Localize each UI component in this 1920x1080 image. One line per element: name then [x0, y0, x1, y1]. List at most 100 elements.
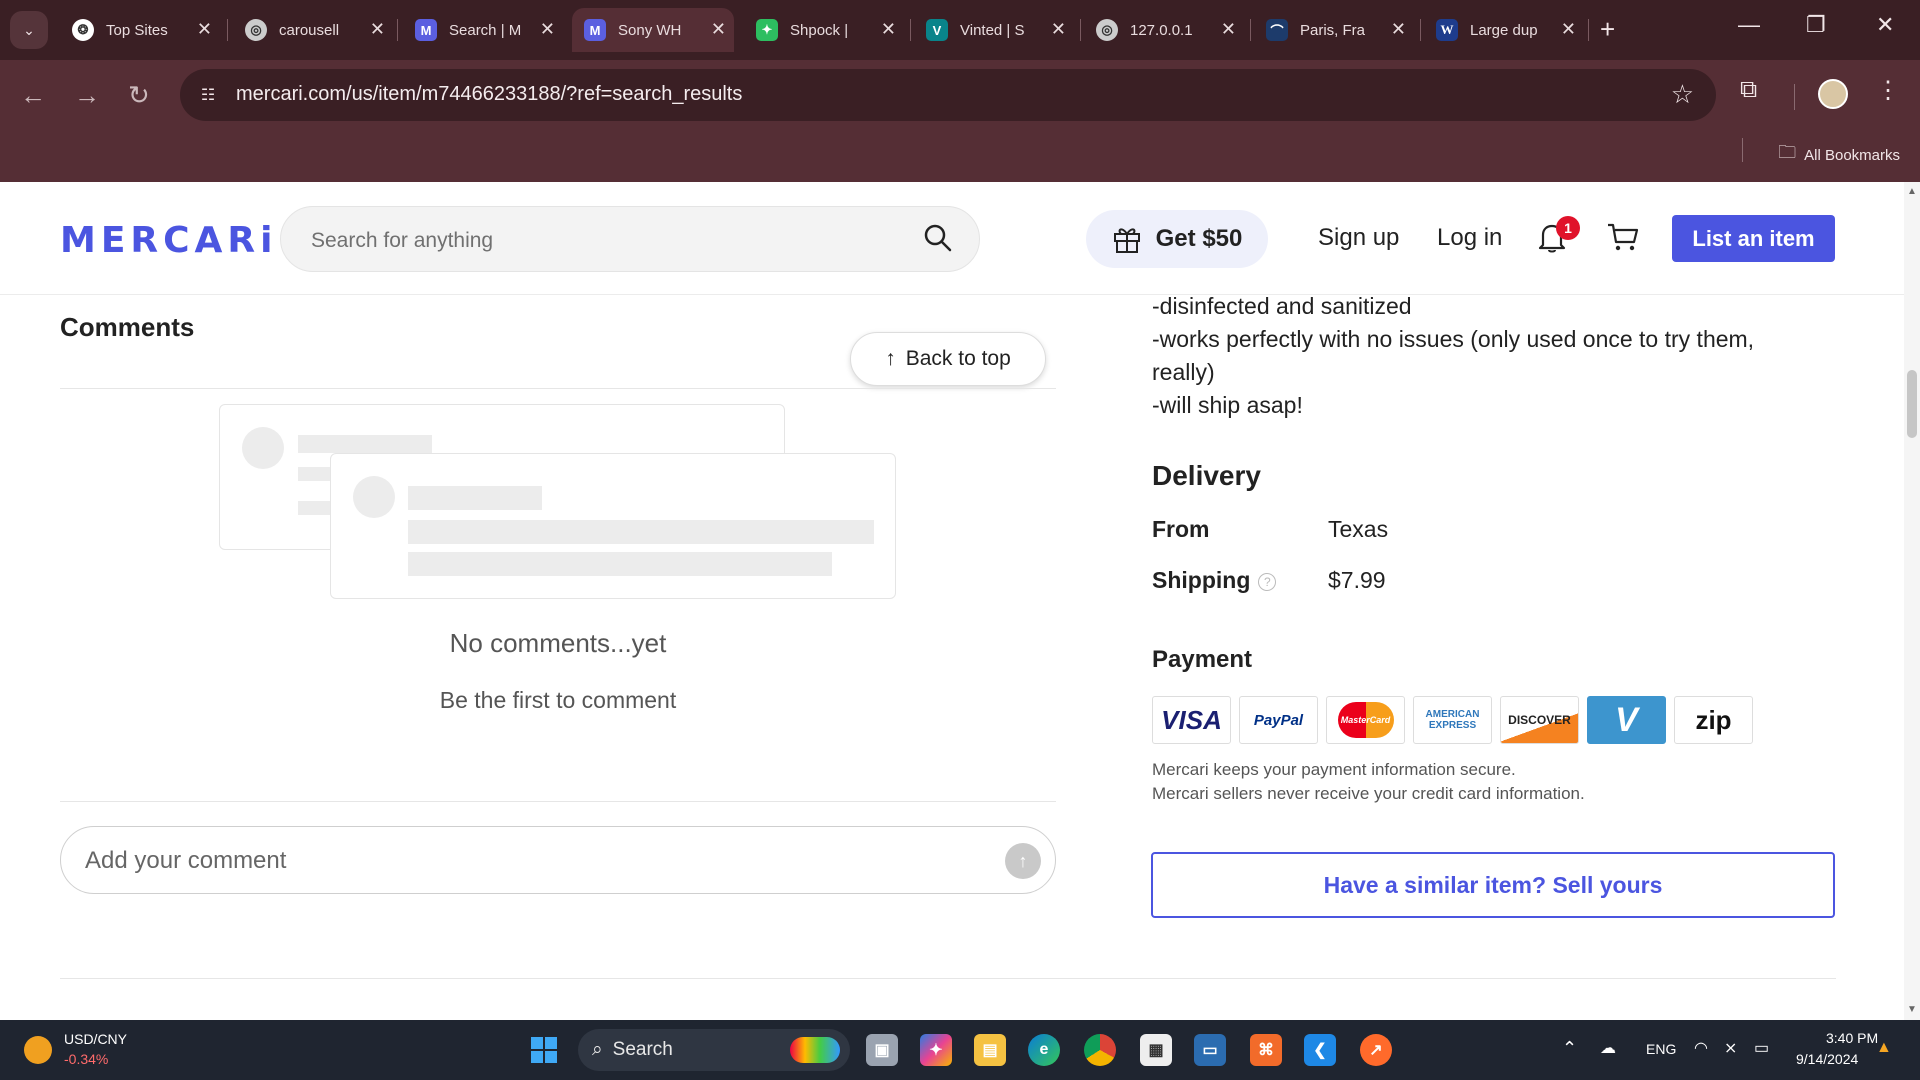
payment-security-note: Mercari keeps your payment information s… [1152, 758, 1585, 806]
tab-title: Search | M [449, 21, 522, 39]
vscode-icon[interactable]: ❮ [1304, 1034, 1336, 1066]
close-tab-icon[interactable]: ✕ [197, 19, 212, 40]
browser-tab-active[interactable]: M Sony WH ✕ [572, 8, 734, 52]
browser-tab[interactable]: ❂ Top Sites ✕ [60, 8, 220, 52]
search-input[interactable]: Search for anything [280, 206, 980, 272]
skeleton-line [298, 435, 432, 453]
minimize-icon[interactable]: — [1738, 12, 1760, 38]
browser-tab[interactable]: M Search | M ✕ [403, 8, 563, 52]
scroll-up-icon[interactable]: ▲ [1907, 186, 1917, 197]
chrome-icon[interactable] [1084, 1034, 1116, 1066]
search-icon: ⌕ [592, 1039, 603, 1060]
browser-tab[interactable]: W Large dup ✕ [1424, 8, 1584, 52]
payment-methods: VISA PayPal MasterCard AMERICAN EXPRESS … [1152, 696, 1753, 744]
battery-icon[interactable]: ▭ [1754, 1038, 1769, 1058]
help-icon[interactable]: ? [1258, 572, 1277, 591]
search-icon[interactable] [923, 223, 953, 253]
add-comment-input[interactable]: Add your comment ↑ [60, 826, 1056, 894]
taskbar-search-label: Search [612, 1039, 673, 1060]
tab-separator [910, 19, 911, 41]
log-in-link[interactable]: Log in [1437, 224, 1502, 252]
postman-icon[interactable]: ↗ [1360, 1034, 1392, 1066]
new-tab-icon[interactable]: + [1600, 14, 1615, 45]
windows-start-icon[interactable] [528, 1034, 560, 1066]
bookmarks-separator [1742, 138, 1743, 162]
close-tab-icon[interactable]: ✕ [711, 19, 726, 40]
remote-desktop-icon[interactable]: ▭ [1194, 1034, 1226, 1066]
tab-title: carousell [279, 21, 340, 39]
restore-icon[interactable]: ❐ [1806, 12, 1826, 38]
xampp-icon[interactable]: ⌘ [1250, 1034, 1282, 1066]
browser-tab[interactable]: ◎ carousell ✕ [233, 8, 393, 52]
tab-separator [1588, 19, 1589, 41]
globe-icon: ◎ [1096, 19, 1118, 41]
back-to-top-button[interactable]: ↑ Back to top [850, 332, 1046, 386]
bookmark-star-icon[interactable]: ☆ [1671, 79, 1694, 110]
clock-time[interactable]: 3:40 PM [1826, 1030, 1878, 1046]
tab-separator [1250, 19, 1251, 41]
taskbar-search[interactable]: ⌕ Search [578, 1029, 850, 1071]
profile-avatar[interactable] [1818, 79, 1848, 109]
browser-tab[interactable]: V Vinted | S ✕ [914, 8, 1074, 52]
site-settings-icon[interactable]: ☷ [194, 81, 222, 109]
search-highlight-icon [790, 1037, 840, 1063]
wifi-icon[interactable]: ◠ [1694, 1038, 1708, 1058]
first-comment-text: Be the first to comment [439, 687, 677, 713]
close-tab-icon[interactable]: ✕ [1391, 19, 1406, 40]
browser-tab[interactable]: ⌒ Paris, Fra ✕ [1254, 8, 1414, 52]
venmo-card-icon: V [1587, 696, 1666, 744]
language-indicator[interactable]: ENG [1646, 1041, 1676, 1057]
mastercard-label: MasterCard [1337, 702, 1394, 738]
discover-card-icon: DISCOVER [1500, 696, 1579, 744]
close-tab-icon[interactable]: ✕ [370, 19, 385, 40]
close-tab-icon[interactable]: ✕ [1051, 19, 1066, 40]
tab-title: Vinted | S [960, 21, 1025, 39]
mercari-logo[interactable]: MERCARi [60, 220, 277, 261]
reload-icon[interactable]: ↻ [128, 80, 150, 111]
ticker-name[interactable]: USD/CNY [64, 1031, 127, 1047]
send-comment-icon[interactable]: ↑ [1005, 843, 1041, 879]
close-tab-icon[interactable]: ✕ [540, 19, 555, 40]
more-menu-icon[interactable]: ⋮ [1876, 76, 1900, 105]
close-tab-icon[interactable]: ✕ [1221, 19, 1236, 40]
cart-icon[interactable] [1606, 220, 1640, 254]
close-tab-icon[interactable]: ✕ [1561, 19, 1576, 40]
browser-tab[interactable]: ◎ 127.0.0.1 ✕ [1084, 8, 1244, 52]
tab-search-menu-button[interactable]: ⌄ [10, 11, 48, 49]
file-explorer-icon[interactable]: ▤ [974, 1034, 1006, 1066]
all-bookmarks-button[interactable]: 🗀 All Bookmarks [1778, 140, 1900, 170]
sell-similar-item-button[interactable]: Have a similar item? Sell yours [1151, 852, 1835, 918]
currency-widget-icon[interactable] [24, 1036, 52, 1064]
shipping-label-row: Shipping? [1152, 567, 1277, 594]
site-header: MERCARi Search for anything Get $50 Sign… [0, 182, 1904, 295]
forward-icon[interactable]: → [74, 80, 100, 111]
browser-tab[interactable]: ✦ Shpock | ✕ [744, 8, 904, 52]
page-scrollbar[interactable]: ▲ ▼ [1904, 182, 1920, 1020]
edge-icon[interactable]: e [1028, 1034, 1060, 1066]
web-page: MERCARi Search for anything Get $50 Sign… [0, 182, 1904, 1020]
task-view-icon[interactable]: ▣ [866, 1034, 898, 1066]
get-50-button[interactable]: Get $50 [1086, 210, 1268, 268]
back-icon[interactable]: ← [20, 80, 46, 111]
no-comments-text: No comments...yet [449, 628, 667, 658]
scroll-down-icon[interactable]: ▼ [1907, 1004, 1917, 1015]
description-line: -will ship asap! [1152, 392, 1303, 418]
onedrive-icon[interactable]: ☁ [1600, 1038, 1616, 1058]
clock-date[interactable]: 9/14/2024 [1796, 1051, 1858, 1067]
sign-up-link[interactable]: Sign up [1318, 224, 1399, 252]
address-bar[interactable]: ☷ mercari.com/us/item/m74466233188/?ref=… [180, 69, 1716, 121]
close-tab-icon[interactable]: ✕ [881, 19, 896, 40]
delivery-heading: Delivery [1152, 460, 1261, 491]
copilot-icon[interactable]: ✦ [920, 1034, 952, 1066]
store-icon[interactable]: ▦ [1140, 1034, 1172, 1066]
scrollbar-thumb[interactable] [1907, 370, 1917, 438]
speaker-muted-icon[interactable]: ⨯ [1724, 1038, 1737, 1058]
shipping-label: Shipping [1152, 567, 1251, 593]
url-text[interactable]: mercari.com/us/item/m74466233188/?ref=se… [236, 83, 742, 106]
list-an-item-button[interactable]: List an item [1672, 215, 1835, 262]
description-line: really) [1152, 359, 1215, 385]
close-window-icon[interactable]: ✕ [1876, 12, 1894, 38]
notification-bell-icon[interactable]: ▲ [1876, 1039, 1892, 1057]
show-hidden-icons[interactable]: ⌃ [1562, 1038, 1577, 1059]
extensions-icon[interactable]: ⧉ [1740, 76, 1757, 104]
